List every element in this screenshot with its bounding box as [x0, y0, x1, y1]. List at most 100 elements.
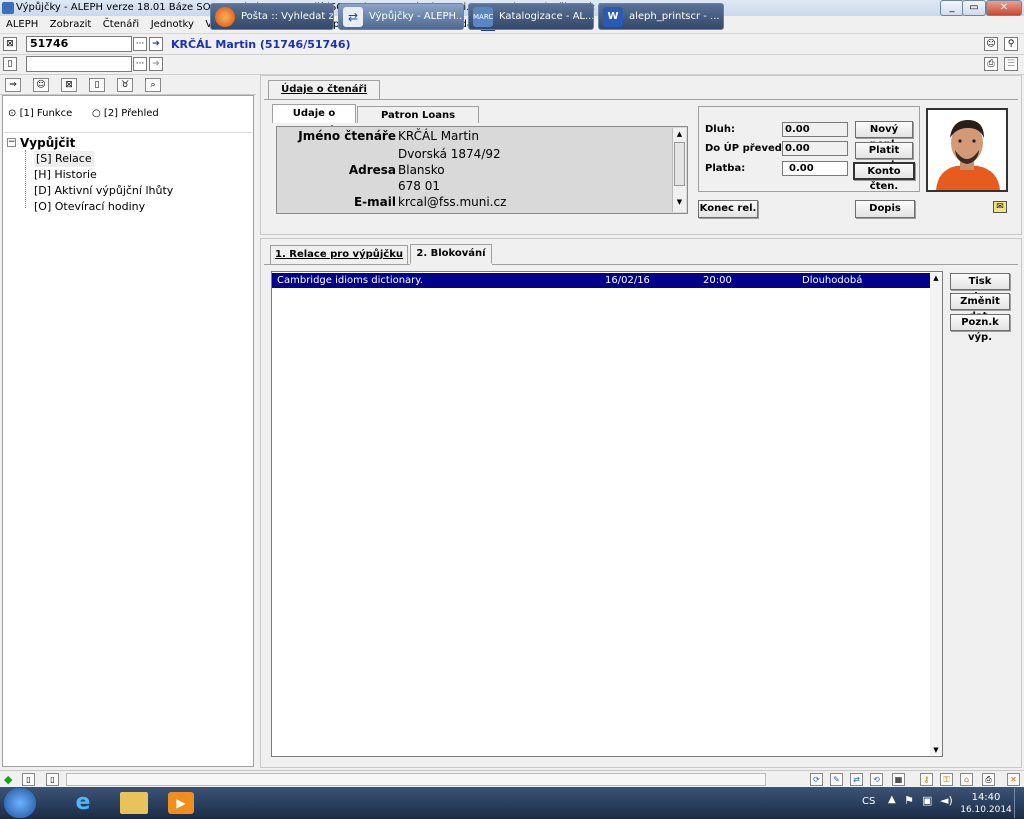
tree-item-active-periods[interactable]: [D] Aktivní výpůjční lhůty — [34, 183, 173, 199]
tab-line-left — [264, 264, 410, 265]
ie-icon[interactable]: e — [66, 790, 100, 816]
media-player-icon[interactable]: ▶ — [168, 792, 194, 814]
row-time: 20:00 — [703, 275, 732, 286]
loan-note-button[interactable]: Pozn.k výp. — [950, 314, 1010, 343]
tree-item-opening-hours[interactable]: [O] Otevírací hodiny — [34, 199, 145, 215]
status-patron-icon[interactable]: ⟳ — [810, 773, 823, 786]
close-button[interactable]: ✕ — [986, 0, 1022, 16]
collapse-icon[interactable]: − — [7, 138, 16, 147]
scroll-down-icon[interactable]: ▼ — [673, 196, 686, 208]
tab-loan-session[interactable]: 1. Relace pro výpůjčku — [270, 245, 408, 265]
pay-fee-button[interactable]: Platit popl. — [855, 142, 913, 171]
item-list-icon[interactable]: ☰ — [1004, 57, 1018, 71]
status-edit-icon[interactable]: ✎ — [830, 773, 843, 786]
status-doc-icon[interactable]: ▯ — [22, 773, 35, 786]
cash-tab-icon[interactable]: ⊠ — [61, 78, 77, 92]
volume-icon[interactable]: ◄) — [940, 794, 953, 807]
patron-tab-icon[interactable]: ☺ — [33, 78, 49, 92]
patron-print-icon[interactable]: ⚲ — [1004, 37, 1018, 51]
loans-scroll-down-icon[interactable]: ▼ — [930, 745, 942, 755]
loans-scrollbar[interactable]: ▲ ▼ — [930, 273, 942, 755]
patron-go-button[interactable]: ➔ — [149, 37, 163, 51]
payment-input[interactable]: 0.00 — [782, 161, 848, 176]
address-line-3: 678 01 — [398, 179, 440, 193]
item-mode-icon[interactable]: ▯ — [3, 57, 17, 71]
minimize-button[interactable]: _ — [940, 0, 964, 16]
patron-mode-icon[interactable]: ⊠ — [3, 37, 17, 51]
item-browse-button[interactable]: ··· — [133, 57, 147, 71]
show-desktop-button[interactable] — [1014, 788, 1024, 818]
tab-patron-info[interactable]: Údaje o čtenáři — [268, 80, 380, 100]
menu-view[interactable]: Zobrazit — [46, 16, 96, 33]
status-grid-icon[interactable]: ▦ — [892, 773, 905, 786]
subtab-patron-info[interactable]: Udaje o ctenari — [272, 104, 356, 136]
end-session-button[interactable]: Konec rel. — [698, 200, 758, 218]
new-fee-button[interactable]: Nový popl. — [855, 121, 913, 150]
status-close-icon[interactable]: ✕ — [1007, 773, 1020, 786]
status-print-icon[interactable]: ⎙ — [982, 773, 995, 786]
tree-root-loan[interactable]: Vypůjčit — [20, 135, 75, 151]
status-key-icon[interactable]: ⚷ — [920, 773, 933, 786]
tray-expand-icon[interactable]: ▲ — [888, 794, 896, 805]
transfer-value: 0.00 — [782, 141, 848, 156]
loans-scroll-up-icon[interactable]: ▲ — [930, 273, 942, 283]
explorer-icon[interactable] — [120, 792, 148, 814]
letter-button[interactable]: Dopis — [855, 200, 915, 218]
change-date-button[interactable]: Změnit dat. — [950, 293, 1010, 322]
status-message — [66, 773, 766, 786]
radio-functions[interactable]: ⊙ [1] Funkce — [8, 108, 72, 119]
email-value: krcal@fss.muni.cz — [398, 195, 507, 209]
patron-id-input[interactable]: 51746 — [26, 36, 132, 52]
task-cataloging[interactable]: MARC Katalogizace - AL... — [468, 3, 594, 30]
envelope-icon[interactable]: ✉ — [993, 201, 1007, 213]
flag-icon[interactable]: ⚑ — [904, 794, 914, 807]
status-home-icon[interactable]: ⌂ — [960, 773, 973, 786]
scroll-up-icon[interactable]: ▲ — [673, 128, 686, 140]
patron-browse-button[interactable]: ··· — [133, 37, 147, 51]
task-mail[interactable]: Pošta :: Vyhledat z... — [210, 3, 334, 30]
menu-items[interactable]: Jednotky — [147, 16, 198, 33]
network-icon[interactable]: ▣ — [922, 794, 932, 807]
print-receipt-button[interactable]: Tisk potvrz. — [950, 273, 1010, 302]
menu-patrons[interactable]: Čtenáři — [99, 16, 143, 33]
language-indicator[interactable]: CS — [862, 796, 875, 807]
tree-item-history[interactable]: [H] Historie — [34, 167, 97, 183]
status-sync-icon[interactable]: ⟲ — [870, 773, 883, 786]
radio-overview[interactable]: ○ [2] Přehled — [92, 108, 159, 119]
table-row[interactable]: Cambridge idioms dictionary. 16/02/16 20… — [272, 273, 930, 288]
patron-name-link[interactable]: KRČÁL Martin (51746/51746) — [171, 38, 351, 51]
maximize-button[interactable]: ▭ — [962, 0, 986, 16]
tree-line — [25, 150, 26, 208]
subtab-loans-summary[interactable]: Patron Loans Summary — [357, 106, 479, 138]
clock-time[interactable]: 14:40 — [964, 792, 1008, 803]
loans-list[interactable] — [271, 271, 943, 757]
item-print-icon[interactable]: ⎙ — [984, 57, 998, 71]
tab-blocks[interactable]: 2. Blokování — [410, 244, 492, 264]
task-loans[interactable]: ⇄ Výpůjčky - ALEPH... — [338, 3, 464, 30]
tree-item-session[interactable]: [S] Relace — [34, 151, 94, 167]
status-lock-icon[interactable]: ⚿ — [940, 773, 953, 786]
firefox-icon — [215, 7, 235, 27]
tab-line-right — [492, 264, 1018, 265]
name-label: Jméno čtenáře — [298, 129, 396, 143]
item-go-button[interactable]: ➔ — [149, 57, 163, 71]
scroll-thumb[interactable] — [674, 142, 685, 186]
loan-tab-icon[interactable]: ⇒ — [5, 78, 21, 92]
patron-account-button[interactable]: Konto čten. — [853, 162, 915, 192]
menu-aleph[interactable]: ALEPH — [2, 16, 42, 33]
search-tab-icon[interactable]: ⌕ — [145, 78, 161, 92]
payment-label: Platba: — [705, 163, 746, 174]
start-button[interactable] — [4, 788, 36, 818]
patron-photo-image — [928, 110, 1006, 190]
task-word[interactable]: W aleph_printscr - ... — [598, 3, 724, 30]
transfer-label: Do ÚP převed.: — [705, 143, 790, 154]
clock-date[interactable]: 16.10.2014 — [960, 805, 1012, 815]
patron-info-icon[interactable]: ☺ — [984, 37, 998, 51]
details-scrollbar[interactable]: ▲ ▼ — [672, 128, 686, 212]
status-copy-icon[interactable]: ▯ — [46, 773, 59, 786]
status-swap-icon[interactable]: ⇄ — [850, 773, 863, 786]
item-barcode-input[interactable] — [26, 56, 132, 72]
items-tab-icon[interactable]: ▯ — [89, 78, 105, 92]
marc-icon: MARC — [473, 7, 493, 27]
requests-tab-icon[interactable]: ♉ — [117, 78, 133, 92]
